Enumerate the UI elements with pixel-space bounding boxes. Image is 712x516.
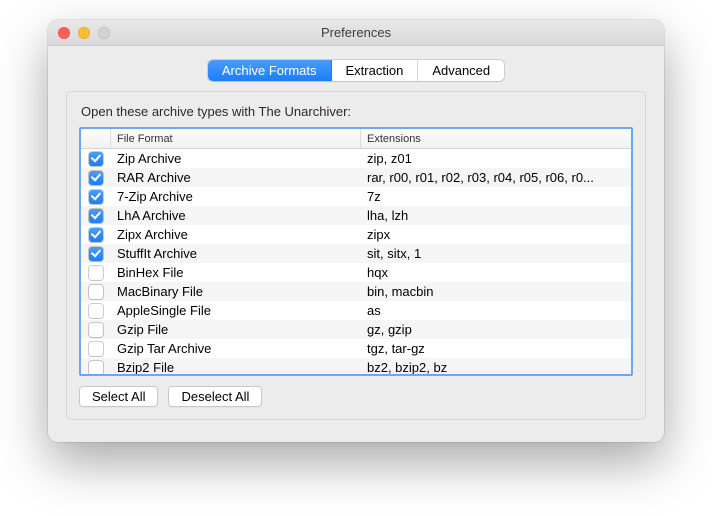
checkbox-icon[interactable] [89, 361, 103, 375]
checkbox-icon[interactable] [89, 285, 103, 299]
row-extensions: as [361, 303, 631, 318]
row-extensions: lha, lzh [361, 208, 631, 223]
tab-bar: Archive Formats Extraction Advanced [208, 60, 504, 81]
zoom-icon [98, 27, 110, 39]
row-extensions: zip, z01 [361, 151, 631, 166]
row-format-name: AppleSingle File [111, 303, 361, 318]
table-row[interactable]: AppleSingle Fileas [81, 301, 631, 320]
window-title: Preferences [48, 25, 664, 40]
table-row[interactable]: 7-Zip Archive7z [81, 187, 631, 206]
table-row[interactable]: Zip Archivezip, z01 [81, 149, 631, 168]
row-format-name: BinHex File [111, 265, 361, 280]
table-row[interactable]: Gzip Filegz, gzip [81, 320, 631, 339]
table-row[interactable]: BinHex Filehqx [81, 263, 631, 282]
row-checkbox-cell [81, 152, 111, 166]
row-extensions: hqx [361, 265, 631, 280]
window-controls [48, 27, 110, 39]
minimize-icon[interactable] [78, 27, 90, 39]
checkbox-icon[interactable] [89, 342, 103, 356]
checkbox-icon[interactable] [89, 266, 103, 280]
checkbox-icon[interactable] [89, 247, 103, 261]
row-format-name: StuffIt Archive [111, 246, 361, 261]
row-checkbox-cell [81, 190, 111, 204]
formats-table[interactable]: File Format Extensions Zip Archivezip, z… [79, 127, 633, 376]
row-checkbox-cell [81, 323, 111, 337]
titlebar: Preferences [48, 20, 664, 46]
row-format-name: LhA Archive [111, 208, 361, 223]
row-format-name: MacBinary File [111, 284, 361, 299]
button-row: Select All Deselect All [79, 386, 633, 407]
row-checkbox-cell [81, 171, 111, 185]
row-format-name: Zipx Archive [111, 227, 361, 242]
checkbox-icon[interactable] [89, 171, 103, 185]
row-extensions: 7z [361, 189, 631, 204]
row-extensions: gz, gzip [361, 322, 631, 337]
row-extensions: bz2, bzip2, bz [361, 360, 631, 375]
tab-extraction[interactable]: Extraction [332, 60, 419, 81]
col-extensions[interactable]: Extensions [361, 129, 631, 148]
col-checkbox [81, 129, 111, 148]
row-checkbox-cell [81, 342, 111, 356]
table-row[interactable]: RAR Archiverar, r00, r01, r02, r03, r04,… [81, 168, 631, 187]
row-format-name: Bzip2 File [111, 360, 361, 375]
checkbox-icon[interactable] [89, 228, 103, 242]
table-row[interactable]: LhA Archivelha, lzh [81, 206, 631, 225]
row-extensions: zipx [361, 227, 631, 242]
row-format-name: RAR Archive [111, 170, 361, 185]
checkbox-icon[interactable] [89, 304, 103, 318]
table-row[interactable]: Bzip2 Filebz2, bzip2, bz [81, 358, 631, 376]
row-format-name: Gzip File [111, 322, 361, 337]
row-checkbox-cell [81, 266, 111, 280]
checkbox-icon[interactable] [89, 209, 103, 223]
content: Archive Formats Extraction Advanced Open… [48, 46, 664, 442]
row-checkbox-cell [81, 304, 111, 318]
deselect-all-button[interactable]: Deselect All [168, 386, 262, 407]
checkbox-icon[interactable] [89, 323, 103, 337]
tab-advanced[interactable]: Advanced [418, 60, 504, 81]
row-extensions: tgz, tar-gz [361, 341, 631, 356]
checkbox-icon[interactable] [89, 190, 103, 204]
table-row[interactable]: StuffIt Archivesit, sitx, 1 [81, 244, 631, 263]
row-extensions: sit, sitx, 1 [361, 246, 631, 261]
formats-group: Open these archive types with The Unarch… [66, 91, 646, 420]
instruction-label: Open these archive types with The Unarch… [81, 104, 633, 119]
table-row[interactable]: Gzip Tar Archivetgz, tar-gz [81, 339, 631, 358]
checkbox-icon[interactable] [89, 152, 103, 166]
preferences-window: Preferences Archive Formats Extraction A… [48, 20, 664, 442]
table-header: File Format Extensions [81, 129, 631, 149]
row-extensions: rar, r00, r01, r02, r03, r04, r05, r06, … [361, 170, 631, 185]
row-format-name: Gzip Tar Archive [111, 341, 361, 356]
table-body: Zip Archivezip, z01RAR Archiverar, r00, … [81, 149, 631, 376]
table-row[interactable]: MacBinary Filebin, macbin [81, 282, 631, 301]
row-checkbox-cell [81, 228, 111, 242]
close-icon[interactable] [58, 27, 70, 39]
select-all-button[interactable]: Select All [79, 386, 158, 407]
row-checkbox-cell [81, 247, 111, 261]
tab-archive-formats[interactable]: Archive Formats [208, 60, 332, 81]
row-checkbox-cell [81, 209, 111, 223]
row-checkbox-cell [81, 361, 111, 375]
row-format-name: 7-Zip Archive [111, 189, 361, 204]
col-file-format[interactable]: File Format [111, 129, 361, 148]
row-checkbox-cell [81, 285, 111, 299]
row-format-name: Zip Archive [111, 151, 361, 166]
row-extensions: bin, macbin [361, 284, 631, 299]
table-row[interactable]: Zipx Archivezipx [81, 225, 631, 244]
